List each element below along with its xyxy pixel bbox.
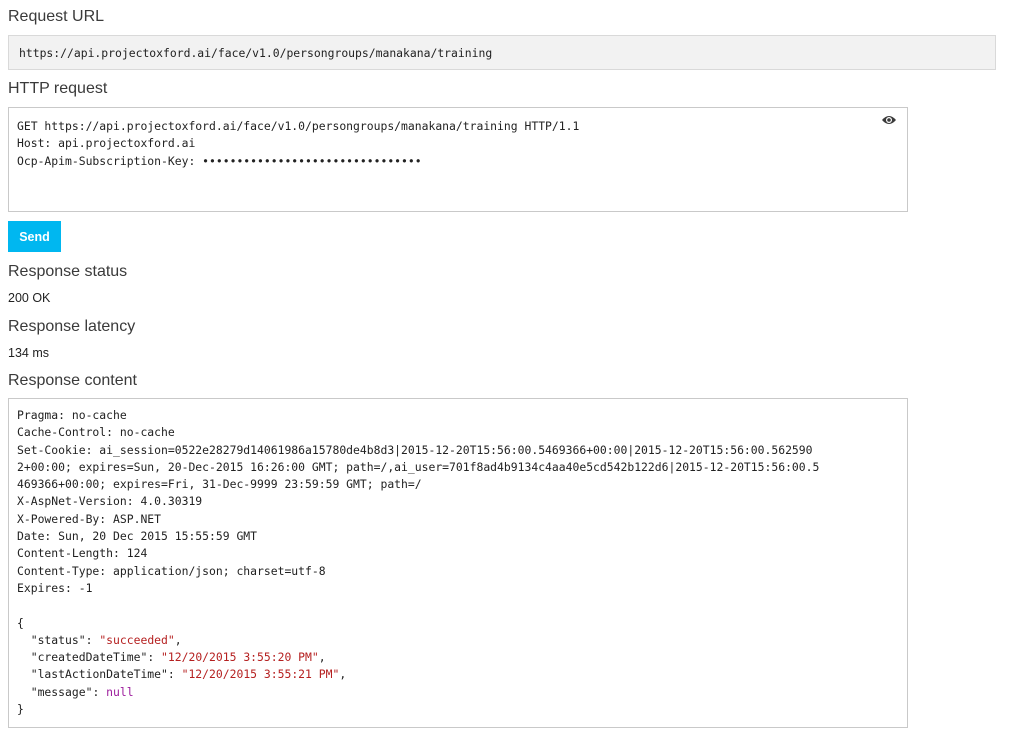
- http-request-heading: HTTP request: [8, 80, 108, 97]
- http-request-line: GET https://api.projectoxford.ai/face/v1…: [17, 119, 580, 133]
- http-request-line: Host: api.projectoxford.ai: [17, 136, 196, 151]
- json-field-status: "status": "succeeded",: [30, 632, 182, 647]
- request-url-field[interactable]: https://api.projectoxford.ai/face/v1.0/p…: [8, 35, 996, 70]
- json-value: "12/20/2015 3:55:21 PM": [181, 667, 340, 682]
- response-header-line: 2+00:00; expires=Sun, 20-Dec-2015 16:26:…: [17, 459, 820, 474]
- json-value: null: [106, 684, 134, 699]
- response-header-line: X-AspNet-Version: 4.0.30319: [17, 494, 203, 509]
- response-header-line: Expires: -1: [17, 580, 93, 595]
- json-key: "status": [30, 632, 86, 647]
- response-header-line: X-Powered-By: ASP.NET: [17, 511, 162, 526]
- http-request-line: Ocp-Apim-Subscription-Key: •••••••••••••…: [17, 153, 422, 168]
- eye-icon[interactable]: [881, 114, 897, 126]
- response-header-line: Set-Cookie: ai_session=0522e28279d140619…: [17, 442, 813, 457]
- response-latency-heading: Response latency: [8, 318, 136, 335]
- json-value: "succeeded": [99, 632, 175, 647]
- json-field-lastaction: "lastActionDateTime": "12/20/2015 3:55:2…: [30, 667, 347, 682]
- json-close-brace: }: [17, 702, 24, 717]
- json-open-brace: {: [17, 615, 24, 630]
- send-button[interactable]: Send: [8, 221, 61, 252]
- response-header-line: Cache-Control: no-cache: [17, 425, 175, 440]
- response-header-line: 469366+00:00; expires=Fri, 31-Dec-9999 2…: [17, 477, 422, 492]
- http-request-editor[interactable]: GET https://api.projectoxford.ai/face/v1…: [8, 107, 908, 212]
- response-content-heading: Response content: [8, 372, 137, 389]
- response-latency-value: 134 ms: [8, 346, 49, 360]
- json-field-message: "message": null: [30, 684, 134, 699]
- json-value: "12/20/2015 3:55:20 PM": [161, 650, 319, 665]
- json-key: "createdDateTime": [30, 650, 148, 665]
- response-header-line: Content-Length: 124: [17, 546, 148, 561]
- json-field-created: "createdDateTime": "12/20/2015 3:55:20 P…: [30, 650, 326, 665]
- response-header-line: Content-Type: application/json; charset=…: [17, 563, 326, 578]
- response-status-heading: Response status: [8, 263, 128, 280]
- json-key: "message": [30, 684, 93, 699]
- response-status-value: 200 OK: [8, 291, 51, 305]
- response-header-line: Pragma: no-cache: [17, 408, 127, 422]
- json-key: "lastActionDateTime": [30, 667, 168, 682]
- request-url-heading: Request URL: [8, 8, 105, 25]
- response-header-line: Date: Sun, 20 Dec 2015 15:55:59 GMT: [17, 529, 258, 544]
- response-content-box[interactable]: Pragma: no-cache Cache-Control: no-cache…: [8, 398, 908, 728]
